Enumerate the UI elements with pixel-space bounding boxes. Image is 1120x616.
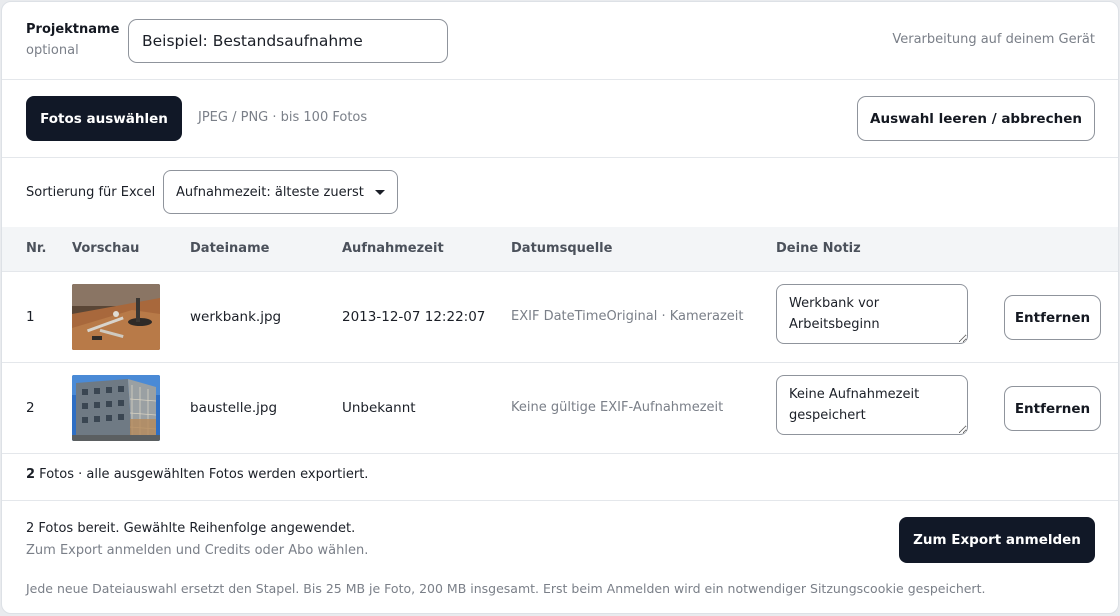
row-note-input[interactable]: Keine Aufnahmezeit gespeichert xyxy=(776,375,968,435)
row-number: 1 xyxy=(26,309,35,325)
row-filename: baustelle.jpg xyxy=(190,400,278,416)
table-row: 2 baustelle.jpg Unbekannt Keine gültige … xyxy=(2,363,1118,454)
select-photos-button[interactable]: Fotos auswählen xyxy=(26,96,182,141)
remove-photo-button[interactable]: Entfernen xyxy=(1004,386,1101,431)
project-name-input[interactable] xyxy=(128,19,448,63)
row-note-input[interactable]: Werkbank vor Arbeitsbeginn xyxy=(776,284,968,344)
ready-substatus: Zum Export anmelden und Credits oder Abo… xyxy=(26,543,369,558)
remove-photo-button[interactable]: Entfernen xyxy=(1004,295,1101,340)
photo-select-section: Fotos auswählen JPEG / PNG · bis 100 Fot… xyxy=(2,80,1118,158)
photo-thumbnail xyxy=(72,375,160,441)
row-capture-time: Unbekannt xyxy=(342,400,416,416)
column-header-note: Deine Notiz xyxy=(776,241,861,256)
sort-section: Sortierung für Excel Aufnahmezeit: ältes… xyxy=(2,158,1118,227)
processing-note: Verarbeitung auf deinem Gerät xyxy=(892,32,1095,47)
chevron-down-icon xyxy=(375,190,385,195)
row-number: 2 xyxy=(26,400,35,416)
row-filename: werkbank.jpg xyxy=(190,309,282,325)
project-name-optional-hint: optional xyxy=(26,43,79,58)
column-header-date-source: Datumsquelle xyxy=(511,241,613,256)
ready-status: 2 Fotos bereit. Gewählte Reihenfolge ang… xyxy=(26,521,356,536)
file-type-hint: JPEG / PNG · bis 100 Fotos xyxy=(198,110,368,125)
column-header-filename: Dateiname xyxy=(190,241,270,256)
row-capture-time: 2013-12-07 12:22:07 xyxy=(342,309,486,325)
sort-selected-value: Aufnahmezeit: älteste zuerst xyxy=(176,185,364,200)
row-date-source: EXIF DateTimeOriginal · Kamerazeit xyxy=(511,309,744,324)
project-name-label: Projektname xyxy=(26,22,120,37)
export-card: Projektname optional Verarbeitung auf de… xyxy=(1,1,1119,614)
photo-count: 2 xyxy=(26,467,36,482)
column-header-capture-time: Aufnahmezeit xyxy=(342,241,444,256)
column-header-preview: Vorschau xyxy=(72,241,140,256)
project-section: Projektname optional Verarbeitung auf de… xyxy=(2,2,1118,80)
fineprint-notice: Jede neue Dateiauswahl ersetzt den Stape… xyxy=(26,581,986,596)
clear-selection-button[interactable]: Auswahl leeren / abbrechen xyxy=(857,96,1095,141)
workbench-photo xyxy=(72,284,160,350)
row-date-source: Keine gültige EXIF-Aufnahmezeit xyxy=(511,400,724,415)
table-row: 1 werkbank.jpg 2013-12-07 12:22:07 EXIF … xyxy=(2,272,1118,363)
sort-order-select[interactable]: Aufnahmezeit: älteste zuerst xyxy=(163,170,398,214)
export-footer: 2 Fotos bereit. Gewählte Reihenfolge ang… xyxy=(2,500,1118,613)
photo-thumbnail xyxy=(72,284,160,350)
column-header-nr: Nr. xyxy=(26,241,47,256)
summary-text: Fotos · alle ausgewählten Fotos werden e… xyxy=(35,467,369,482)
login-to-export-button[interactable]: Zum Export anmelden xyxy=(899,517,1095,563)
sort-label: Sortierung für Excel xyxy=(26,185,156,200)
photo-table-header: Nr. Vorschau Dateiname Aufnahmezeit Datu… xyxy=(2,227,1118,272)
selection-summary: 2 Fotos · alle ausgewählten Fotos werden… xyxy=(26,467,368,482)
construction-site-photo xyxy=(72,375,160,441)
